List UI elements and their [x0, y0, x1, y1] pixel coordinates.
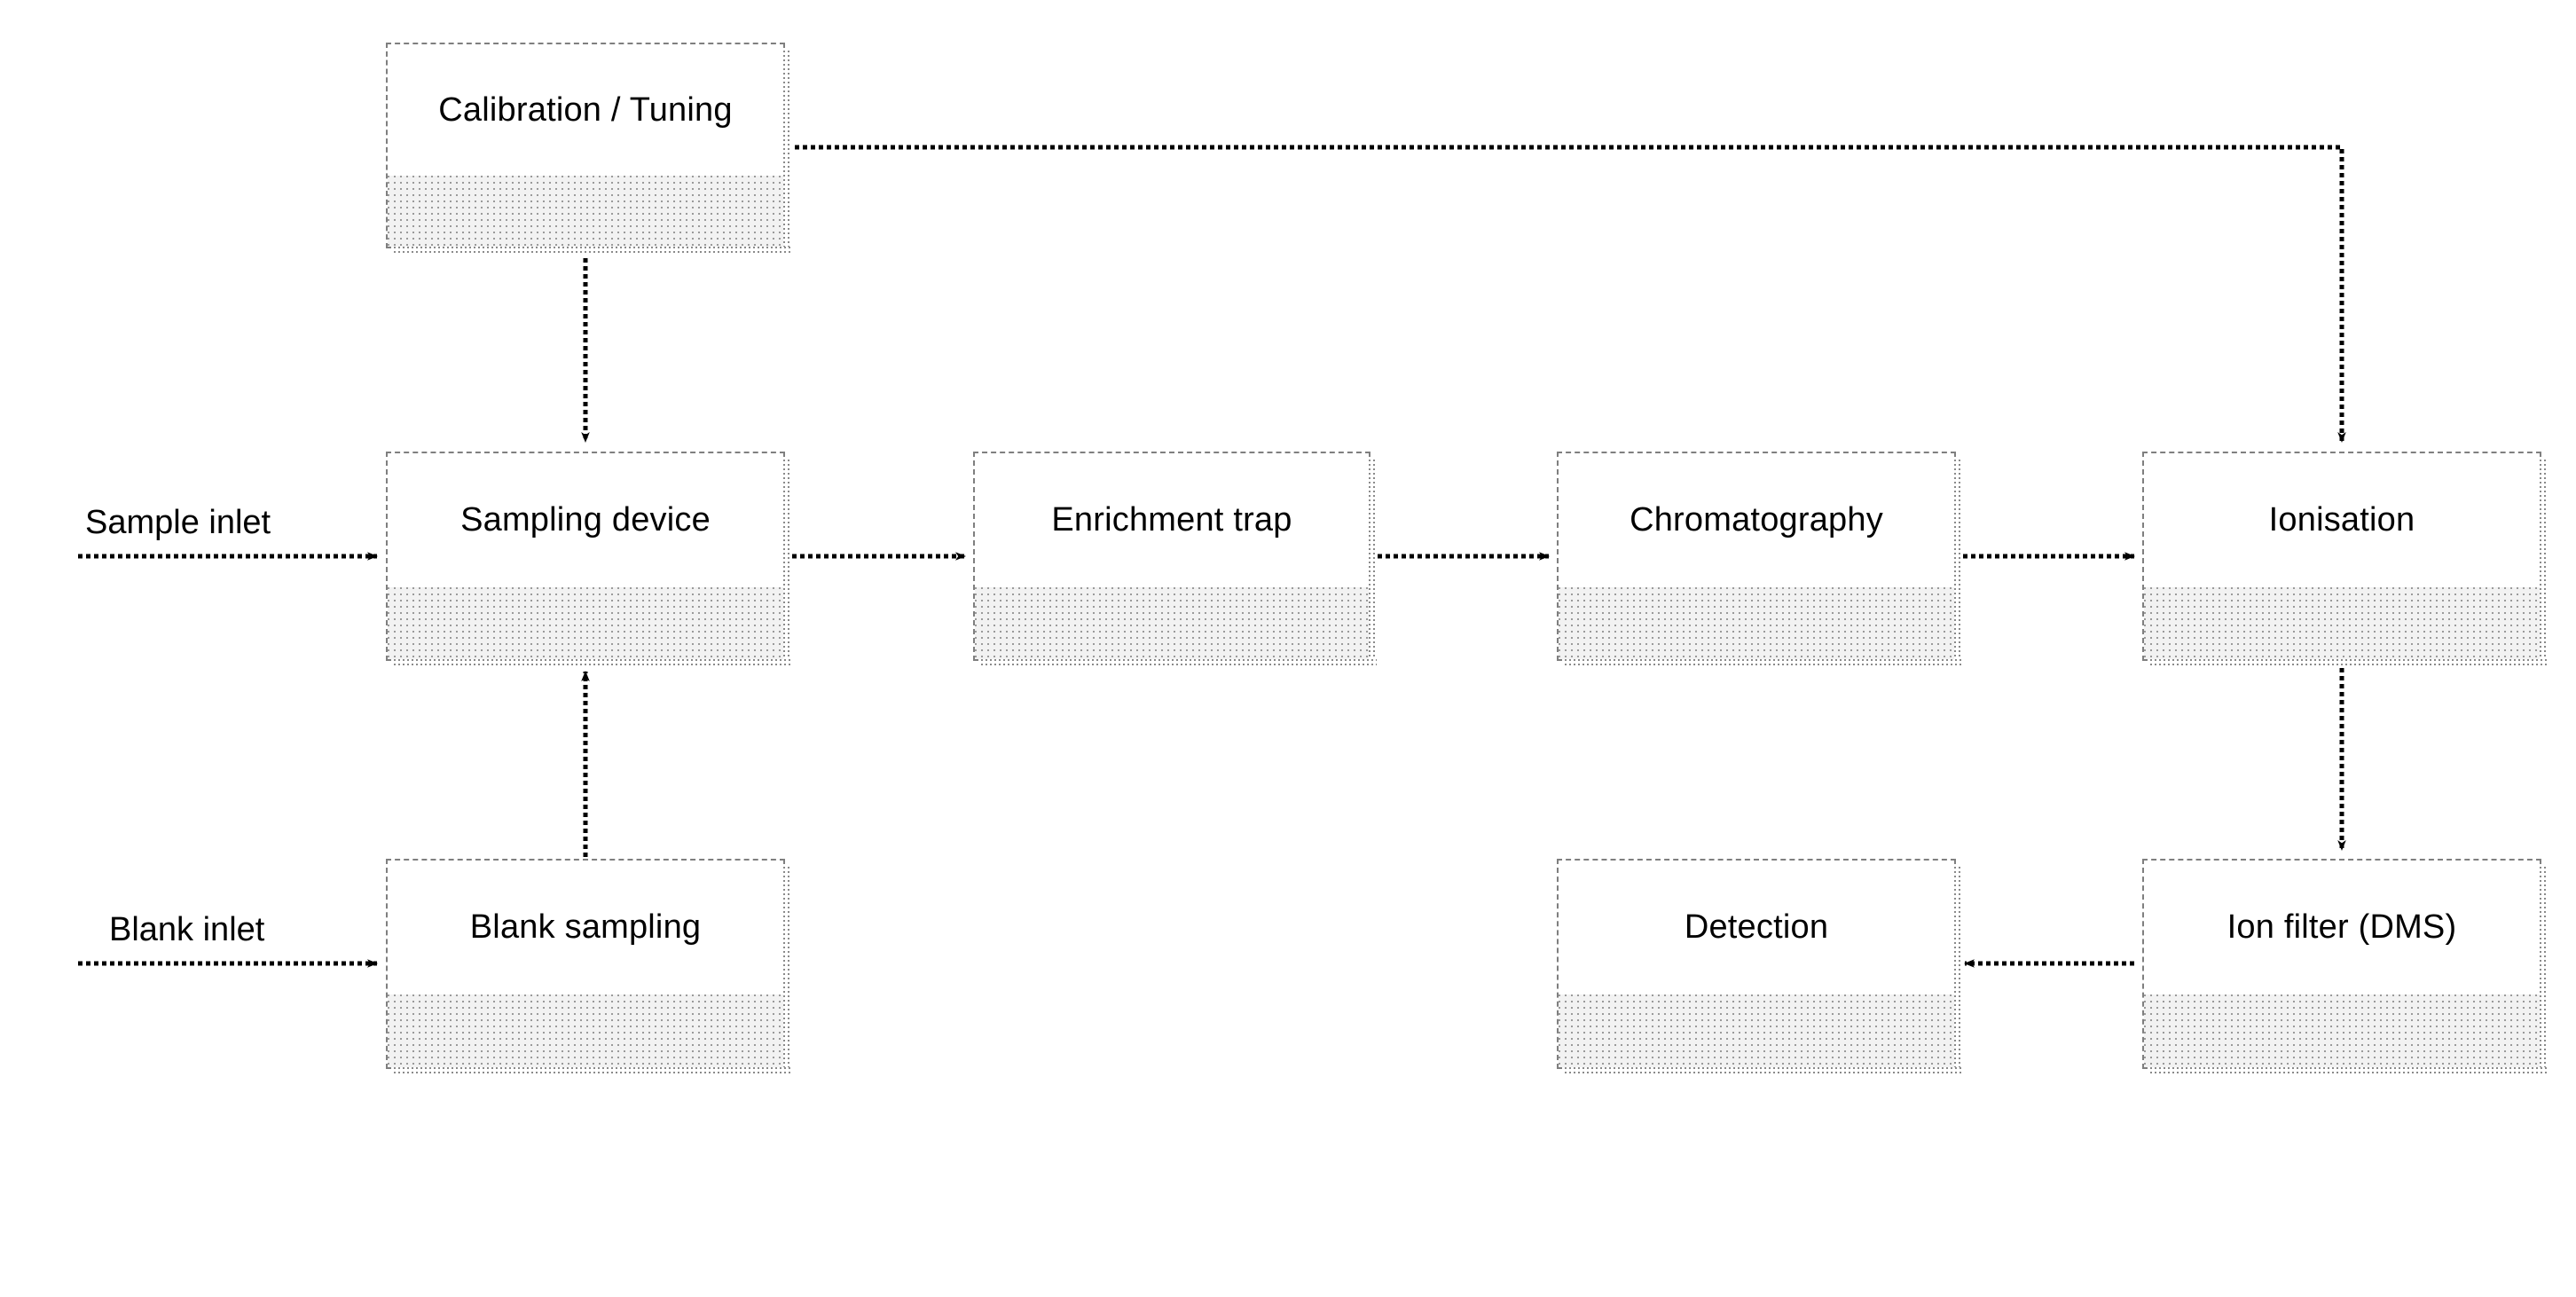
node-shadow-right — [783, 51, 791, 255]
node-shadow-right — [2540, 867, 2548, 1075]
node-fill-band — [975, 586, 1369, 659]
node-calibration[interactable]: Calibration / Tuning — [386, 43, 791, 255]
node-label-ion-filter-dms: Ion filter (DMS) — [2227, 908, 2457, 947]
node-shadow-bottom — [2150, 1067, 2548, 1075]
node-fill-band — [1559, 994, 1954, 1067]
node-fill-band — [1559, 586, 1954, 659]
node-fill-band — [2144, 586, 2540, 659]
node-ion-filter-dms[interactable]: Ion filter (DMS) — [2142, 859, 2548, 1075]
node-shadow-right — [1369, 460, 1377, 667]
node-fill-band — [388, 994, 783, 1067]
node-label-calibration: Calibration / Tuning — [438, 90, 733, 129]
node-ionisation[interactable]: Ionisation — [2142, 452, 2548, 667]
node-shadow-bottom — [394, 1067, 791, 1075]
node-shadow-right — [783, 460, 791, 667]
node-shadow-bottom — [1565, 1067, 1962, 1075]
node-label-blank-sampling: Blank sampling — [469, 908, 702, 947]
node-fill-band — [388, 176, 783, 247]
node-label-chromatography: Chromatography — [1630, 500, 1883, 538]
node-label-enrichment-trap: Enrichment trap — [1051, 500, 1292, 538]
node-shadow-right — [1954, 460, 1962, 667]
node-shadow-right — [1954, 867, 1962, 1075]
node-sampling-device[interactable]: Sampling device — [386, 452, 791, 667]
node-detection[interactable]: Detection — [1557, 859, 1962, 1075]
connector-calibration-to-ionisation — [787, 145, 2346, 443]
node-label-sampling-device: Sampling device — [460, 500, 711, 538]
node-shadow-right — [2540, 460, 2548, 667]
node-enrichment-trap[interactable]: Enrichment trap — [973, 452, 1377, 667]
node-chromatography[interactable]: Chromatography — [1557, 452, 1962, 667]
node-shadow-bottom — [981, 659, 1377, 667]
node-label-ionisation: Ionisation — [2268, 500, 2415, 538]
node-fill-band — [2144, 994, 2540, 1067]
node-shadow-bottom — [1565, 659, 1962, 667]
node-shadow-bottom — [2150, 659, 2548, 667]
node-label-detection: Detection — [1684, 908, 1829, 947]
node-shadow-right — [783, 867, 791, 1075]
node-fill-band — [388, 586, 783, 659]
node-shadow-bottom — [394, 659, 791, 667]
node-blank-sampling[interactable]: Blank sampling — [386, 859, 791, 1075]
flow-diagram-canvas: Calibration / Tuning Sampling device Enr… — [0, 0, 2576, 1297]
node-shadow-bottom — [394, 247, 791, 255]
label-blank-inlet: Blank inlet — [109, 911, 265, 948]
label-sample-inlet: Sample inlet — [85, 504, 271, 541]
